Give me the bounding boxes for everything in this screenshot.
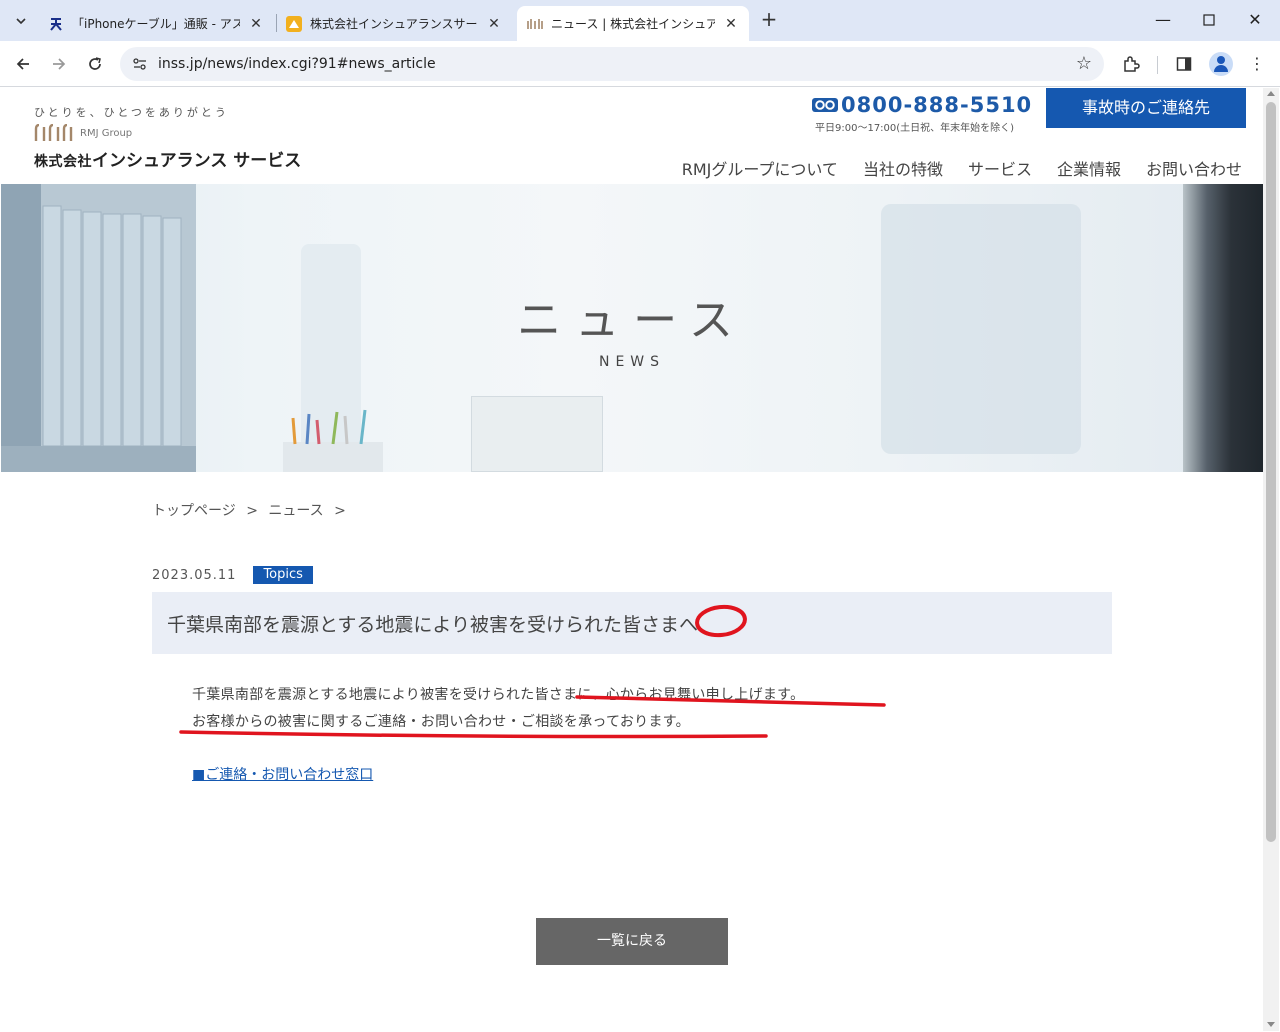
phone-hours: 平日9:00〜17:00(土日祝、年末年始を除く) bbox=[815, 123, 1015, 134]
category-badge: Topics bbox=[253, 566, 313, 584]
close-tab-icon[interactable]: ✕ bbox=[723, 16, 739, 32]
close-window-icon[interactable]: ✕ bbox=[1232, 8, 1278, 34]
accident-contact-button[interactable]: 事故時のご連絡先 bbox=[1046, 88, 1246, 128]
menu-kebab-icon[interactable]: ⋮ bbox=[1244, 51, 1270, 77]
browser-tab-bar: 「iPhoneケーブル」通販 - アスクル ✕ 株式会社インシュアランスサービス… bbox=[0, 0, 1280, 41]
chevron-down-icon bbox=[16, 18, 26, 25]
freedial-icon bbox=[812, 98, 838, 112]
breadcrumb: トップページ > ニュース > bbox=[152, 500, 352, 520]
breadcrumb-top-link[interactable]: トップページ bbox=[152, 503, 236, 519]
maximize-window-icon[interactable] bbox=[1186, 8, 1232, 34]
hero-subtitle: NEWS bbox=[598, 354, 666, 370]
phone-contact[interactable]: 0800-888-5510 平日9:00〜17:00(土日祝、年末年始を除く) bbox=[811, 92, 1033, 134]
address-bar[interactable]: inss.jp/news/index.cgi?91#news_article ☆ bbox=[120, 47, 1104, 81]
article-title-box: 千葉県南部を震源とする地震により被害を受けられた皆さまへ bbox=[152, 592, 1112, 654]
red-underline-annotation bbox=[179, 730, 768, 739]
nav-services[interactable]: サービス bbox=[968, 156, 1032, 180]
tab-title: 「iPhoneケーブル」通販 - アスクル bbox=[72, 17, 240, 31]
rmj-logo-icon bbox=[34, 124, 73, 141]
nav-contact[interactable]: お問い合わせ bbox=[1146, 156, 1242, 180]
nav-rmj-group[interactable]: RMJグループについて bbox=[682, 156, 838, 180]
article-meta: 2023.05.11 Topics bbox=[152, 566, 313, 584]
profile-avatar-icon[interactable] bbox=[1209, 52, 1233, 76]
group-label: RMJ Group bbox=[80, 128, 133, 139]
close-tab-icon[interactable]: ✕ bbox=[486, 16, 502, 32]
tab-askul[interactable]: 「iPhoneケーブル」通販 - アスクル ✕ bbox=[38, 6, 274, 41]
hero-title: ニュース bbox=[517, 295, 747, 346]
askul-favicon-icon bbox=[48, 16, 64, 32]
back-arrow-icon[interactable] bbox=[9, 50, 37, 78]
side-panel-icon[interactable] bbox=[1171, 51, 1197, 77]
article-body-line: お客様からの被害に関するご連絡・お問い合わせ・ご相談を承っております。 bbox=[192, 714, 690, 730]
reload-icon[interactable] bbox=[81, 50, 109, 78]
page-viewport: ひとりを、ひとつをありがとう RMJ Group 株式会社インシュアランス サー… bbox=[1, 88, 1263, 1031]
breadcrumb-separator: > bbox=[334, 503, 346, 519]
inss-favicon-icon bbox=[286, 15, 302, 32]
scrollbar-thumb[interactable] bbox=[1266, 102, 1276, 842]
scroll-down-arrow-icon[interactable] bbox=[1267, 1022, 1275, 1027]
hero-banner: ニュース NEWS bbox=[1, 184, 1263, 472]
site-logo[interactable]: RMJ Group 株式会社インシュアランス サービス bbox=[34, 122, 301, 171]
forward-arrow-icon[interactable] bbox=[45, 50, 73, 78]
global-nav: RMJグループについて 当社の特徴 サービス 企業情報 お問い合わせ bbox=[657, 156, 1242, 180]
nav-features[interactable]: 当社の特徴 bbox=[863, 156, 943, 180]
page-scrollbar[interactable] bbox=[1263, 88, 1279, 1031]
tab-title: ニュース | 株式会社インシュアランス bbox=[551, 17, 715, 31]
article-title: 千葉県南部を震源とする地震により被害を受けられた皆さまへ bbox=[167, 614, 699, 636]
desk-calendar-image bbox=[471, 396, 603, 472]
new-tab-button[interactable]: + bbox=[758, 9, 780, 31]
article-date: 2023.05.11 bbox=[152, 567, 237, 583]
contact-window-link[interactable]: ■ご連絡・お問い合わせ窓口 bbox=[192, 764, 373, 784]
scroll-up-arrow-icon[interactable] bbox=[1267, 91, 1275, 96]
url-text[interactable]: inss.jp/news/index.cgi?91#news_article bbox=[158, 56, 436, 72]
site-info-icon[interactable] bbox=[132, 56, 148, 72]
close-tab-icon[interactable]: ✕ bbox=[248, 16, 264, 32]
breadcrumb-news-link[interactable]: ニュース bbox=[268, 503, 323, 519]
tab-search-button[interactable] bbox=[8, 8, 34, 34]
nav-company-info[interactable]: 企業情報 bbox=[1057, 156, 1121, 180]
site-tagline: ひとりを、ひとつをありがとう bbox=[34, 106, 229, 119]
article-body-line: 千葉県南部を震源とする地震により被害を受けられた皆さまに、心からお見舞い申し上げ… bbox=[192, 687, 805, 703]
toolbar-divider bbox=[1157, 56, 1158, 74]
back-to-list-button[interactable]: 一覧に戻る bbox=[536, 918, 728, 965]
phone-number[interactable]: 0800-888-5510 bbox=[841, 93, 1032, 117]
bookmark-star-icon[interactable]: ☆ bbox=[1076, 53, 1092, 74]
tab-title: 株式会社インシュアランスサービス bbox=[310, 17, 478, 31]
rmj-favicon-icon bbox=[527, 16, 543, 32]
tab-inss-home[interactable]: 株式会社インシュアランスサービス ✕ bbox=[276, 6, 512, 41]
browser-toolbar: inss.jp/news/index.cgi?91#news_article ☆… bbox=[0, 41, 1280, 87]
pen-holder-image bbox=[283, 409, 383, 472]
breadcrumb-separator: > bbox=[246, 503, 258, 519]
company-name: 株式会社インシュアランス サービス bbox=[34, 151, 302, 171]
extensions-puzzle-icon[interactable] bbox=[1118, 51, 1144, 77]
tab-news-active[interactable]: ニュース | 株式会社インシュアランス ✕ bbox=[517, 6, 749, 41]
minimize-window-icon[interactable]: — bbox=[1140, 8, 1186, 34]
